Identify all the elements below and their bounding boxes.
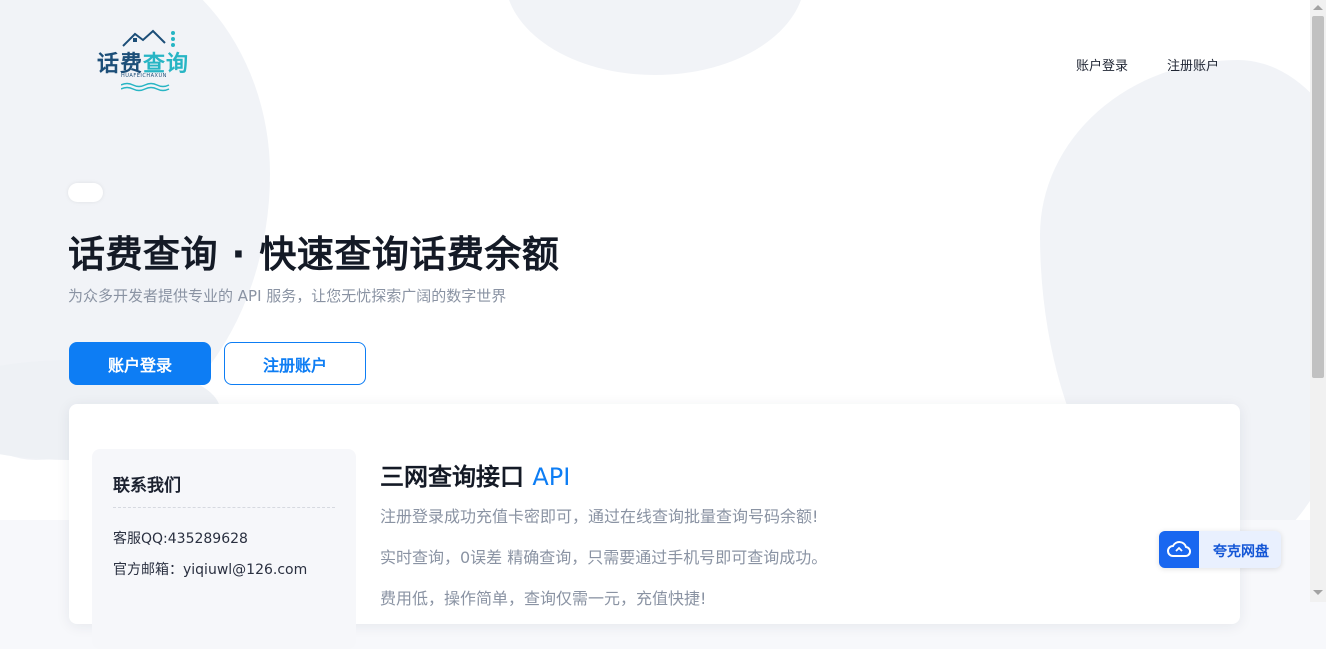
scroll-down-arrow-icon[interactable]: [1313, 590, 1323, 595]
contact-qq: 客服QQ:435289628: [113, 531, 248, 547]
quark-label: 夸克网盘: [1213, 544, 1269, 560]
nav-login-link[interactable]: 账户登录: [1076, 55, 1128, 74]
page-title: 话费查询 · 快速查询话费余额: [68, 233, 560, 276]
page-subtitle: 为众多开发者提供专业的 API 服务，让您无忧探索广阔的数字世界: [68, 287, 507, 305]
quark-drive-button[interactable]: 夸克网盘: [1159, 531, 1281, 568]
waves-icon: [121, 82, 170, 92]
login-button[interactable]: 账户登录: [69, 342, 211, 385]
contact-title: 联系我们: [113, 476, 181, 496]
house-roof-icon: [122, 29, 175, 47]
contact-email: 官方邮箱：yiqiuwl@126.com: [113, 562, 308, 578]
api-description-line: 费用低，操作简单，查询仅需一元，充值快捷!: [380, 589, 707, 608]
api-title: 三网查询接口 API: [380, 463, 571, 491]
divider: [113, 507, 335, 508]
site-logo[interactable]: 话费查询 HUAFEICHAXUN: [97, 28, 201, 96]
info-card: 联系我们 客服QQ:435289628 官方邮箱：yiqiuwl@126.com…: [69, 404, 1240, 649]
contact-panel: 联系我们 客服QQ:435289628 官方邮箱：yiqiuwl@126.com: [92, 449, 356, 649]
api-description-line: 注册登录成功充值卡密即可，通过在线查询批量查询号码余额!: [380, 507, 819, 526]
cloud-icon: [1159, 531, 1199, 568]
register-button[interactable]: 注册账户: [224, 342, 366, 385]
api-description-line: 实时查询，0误差 精确查询，只需要通过手机号即可查询成功。: [380, 548, 828, 567]
tag-pill: [68, 183, 103, 202]
logo-subtext: HUAFEICHAXUN: [121, 73, 167, 79]
scrollbar-thumb[interactable]: [1312, 16, 1324, 378]
scroll-up-arrow-icon[interactable]: [1313, 5, 1323, 10]
background-blob: [505, 0, 805, 75]
nav-register-link[interactable]: 注册账户: [1167, 55, 1219, 74]
